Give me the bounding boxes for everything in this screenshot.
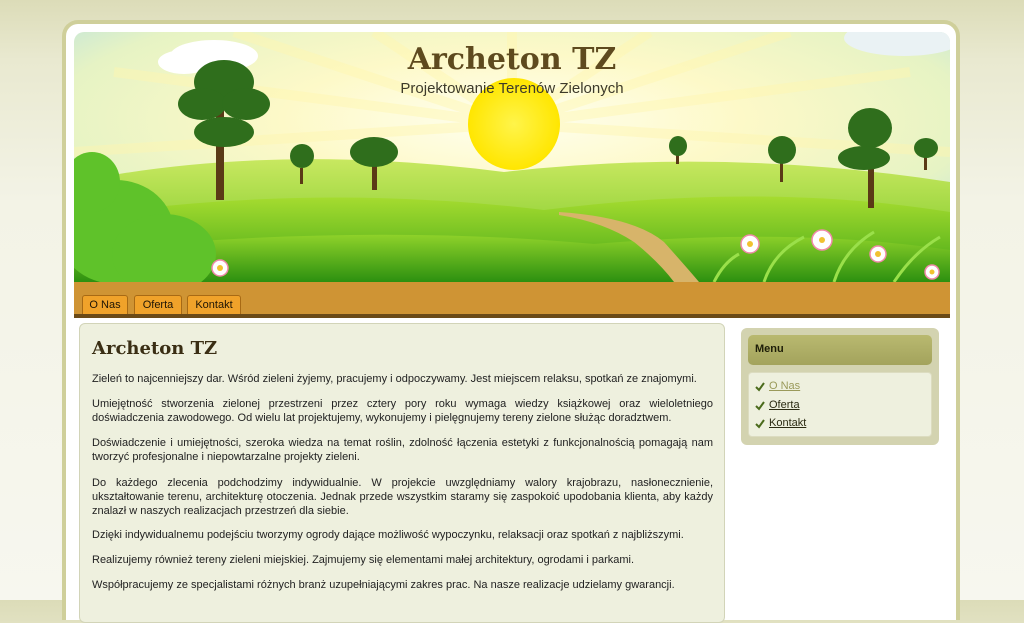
header-banner: Archeton TZ Projektowanie Terenów Zielon… [74,32,950,282]
menu-list: O Nas Oferta Kontakt [748,372,932,437]
tab-kontakt[interactable]: Kontakt [187,295,241,314]
site-subtitle: Projektowanie Terenów Zielonych [400,80,624,97]
content-paragraph: Do każdego zlecenia podchodzimy indywidu… [92,477,713,517]
content-paragraph: Dzięki indywidualnemu podejściu tworzymy… [92,529,684,541]
content-paragraph: Doświadczenie i umiejętności, szeroka wi… [92,437,713,463]
sidebar-menu: Menu O Nas Oferta Kontakt [741,328,939,445]
checkmark-icon [755,401,765,411]
sidebar-link-kontakt[interactable]: Kontakt [769,417,806,429]
sidebar-link-o-nas[interactable]: O Nas [769,380,800,392]
content-paragraph: Realizujemy również tereny zieleni miejs… [92,554,635,566]
checkmark-icon [755,382,765,392]
main-nav: O Nas Oferta Kontakt [74,282,950,318]
content-paragraph: Współpracujemy ze specjalistami różnych … [92,579,675,591]
content-paragraph: Zieleń to najcenniejszy dar. Wśród ziele… [92,373,697,385]
site-title: Archeton TZ [407,42,617,77]
tab-o-nas[interactable]: O Nas [82,295,128,314]
main-content: Archeton TZ Zieleń to najcenniejszy dar.… [79,323,725,623]
checkmark-icon [755,419,765,429]
menu-title: Menu [755,343,784,355]
content-heading: Archeton TZ [92,338,218,359]
menu-header: Menu [748,335,932,365]
sidebar-link-oferta[interactable]: Oferta [769,399,800,411]
tab-oferta[interactable]: Oferta [134,295,182,314]
content-paragraph: Umiejętność stworzenia zielonej przestrz… [92,398,713,424]
